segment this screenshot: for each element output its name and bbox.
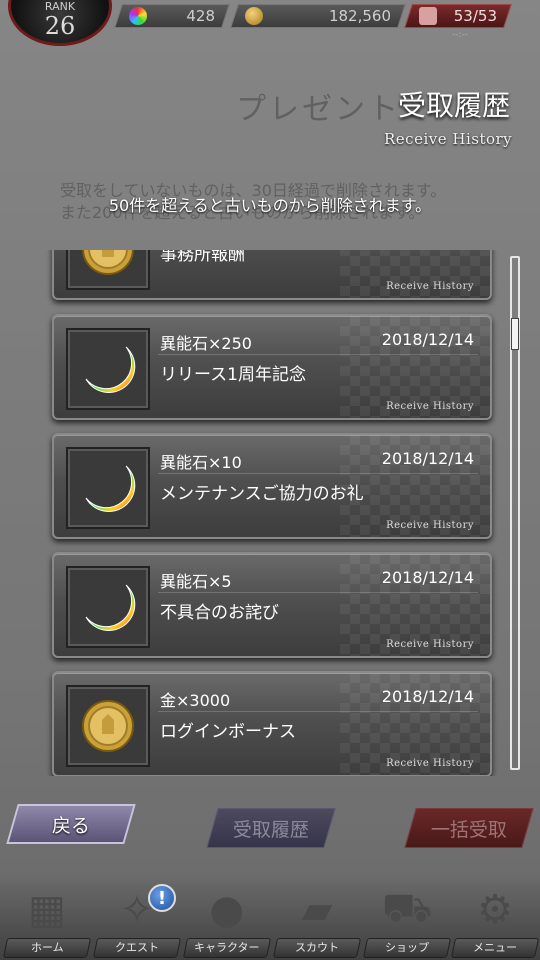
gold-coin-icon <box>82 250 134 275</box>
history-item: 異能石×10 2018/12/14 メンテナンスご協力のお礼 Receive H… <box>52 433 492 539</box>
shop-cart-icon: ⛟ <box>381 884 433 931</box>
stone-icon <box>129 7 147 25</box>
divider <box>158 473 478 474</box>
rank-badge: RANK 26 <box>8 0 112 46</box>
history-item: 事務所報酬 Receive History <box>52 250 492 300</box>
deletion-notice: 50件を超えると古いものから削除されます。 <box>108 196 432 215</box>
history-item-footer: Receive History <box>386 520 474 531</box>
nav-shop-label: ショップ <box>362 938 452 958</box>
nav-quest-label: クエスト <box>92 938 182 958</box>
history-button: 受取履歴 <box>206 808 336 848</box>
history-item-name: 異能石×10 <box>160 453 242 472</box>
rainbow-moon-icon <box>85 584 136 631</box>
history-item-date: 2018/12/14 <box>381 330 474 349</box>
nav-shop[interactable]: ⛟ ショップ <box>362 880 452 960</box>
stamina-value: 53/53 <box>453 7 497 25</box>
history-item-footer: Receive History <box>386 639 474 650</box>
quest-alert-badge: ! <box>148 884 176 912</box>
history-item: 異能石×250 2018/12/14 リリース1周年記念 Receive His… <box>52 314 492 420</box>
bottom-nav: ▦ ホーム ✧ クエスト ! ● キャラクター ▰ スカウト ⛟ ショップ ⚙ … <box>0 872 540 960</box>
item-icon-frame <box>66 447 150 529</box>
item-icon-frame <box>66 328 150 410</box>
history-item-description: リリース1周年記念 <box>160 365 306 385</box>
history-list[interactable]: 事務所報酬 Receive History 異能石×250 2018/12/14… <box>40 250 500 776</box>
back-button[interactable]: 戻る <box>6 804 136 844</box>
gold-coin-icon <box>245 7 263 25</box>
stone-counter: 428 <box>114 4 230 28</box>
stamina-timer: --:-- <box>452 30 469 40</box>
history-item-name: 金×3000 <box>160 691 231 710</box>
history-item-footer: Receive History <box>386 281 474 292</box>
history-item-date: 2018/12/14 <box>381 568 474 587</box>
nav-home[interactable]: ▦ ホーム <box>2 880 92 960</box>
receive-all-button: 一括受取 <box>404 808 534 848</box>
history-item-footer: Receive History <box>386 401 474 412</box>
history-item-description: メンテナンスご協力のお礼 <box>160 484 364 504</box>
divider <box>158 711 478 712</box>
nav-character-label: キャラクター <box>182 938 272 958</box>
history-item: 異能石×5 2018/12/14 不具合のお詫び Receive History <box>52 552 492 658</box>
nav-menu-label: メニュー <box>450 938 540 958</box>
nav-scout[interactable]: ▰ スカウト <box>272 880 362 960</box>
nav-scout-label: スカウト <box>272 938 362 958</box>
history-item-name: 異能石×5 <box>160 572 232 591</box>
gold-count: 182,560 <box>328 7 391 25</box>
stone-count: 428 <box>186 7 215 25</box>
character-icon: ● <box>209 887 245 933</box>
divider <box>158 592 478 593</box>
nav-menu[interactable]: ⚙ メニュー <box>450 880 540 960</box>
nav-character[interactable]: ● キャラクター <box>182 880 272 960</box>
history-item-description: 不具合のお詫び <box>160 603 279 623</box>
history-button-label: 受取履歴 <box>232 818 309 841</box>
home-icon: ▦ <box>28 887 66 933</box>
status-bar: RANK 26 428 182,560 53/53 --:-- <box>0 0 540 46</box>
item-icon-frame <box>66 685 150 767</box>
history-item-date: 2018/12/14 <box>381 687 474 706</box>
page-title: 受取履歴 <box>398 89 511 122</box>
page-subtitle: Receive History <box>384 130 513 148</box>
scout-icon: ▰ <box>301 887 333 933</box>
rank-value: 26 <box>44 12 76 40</box>
back-button-label: 戻る <box>51 814 90 837</box>
divider <box>158 354 478 355</box>
nav-quest[interactable]: ✧ クエスト ! <box>92 880 182 960</box>
history-item-date: 2018/12/14 <box>381 449 474 468</box>
stamina-counter: 53/53 <box>404 4 512 28</box>
nav-home-label: ホーム <box>2 938 92 958</box>
history-item-description: 事務所報酬 <box>160 250 245 265</box>
receive-all-button-label: 一括受取 <box>430 818 507 841</box>
heart-icon <box>419 7 437 25</box>
gold-counter: 182,560 <box>230 4 406 28</box>
scrollbar-thumb[interactable] <box>511 318 519 350</box>
gold-coin-icon <box>82 700 134 752</box>
rainbow-moon-icon <box>85 465 136 512</box>
item-icon-frame <box>66 250 150 290</box>
history-item-description: ログインボーナス <box>160 722 296 742</box>
rainbow-moon-icon <box>85 346 136 393</box>
history-item-footer: Receive History <box>386 758 474 769</box>
history-item-name: 異能石×250 <box>160 334 252 353</box>
item-icon-frame <box>66 566 150 648</box>
gear-icon: ⚙ <box>477 887 513 933</box>
history-item: 金×3000 2018/12/14 ログインボーナス Receive Histo… <box>52 671 492 776</box>
